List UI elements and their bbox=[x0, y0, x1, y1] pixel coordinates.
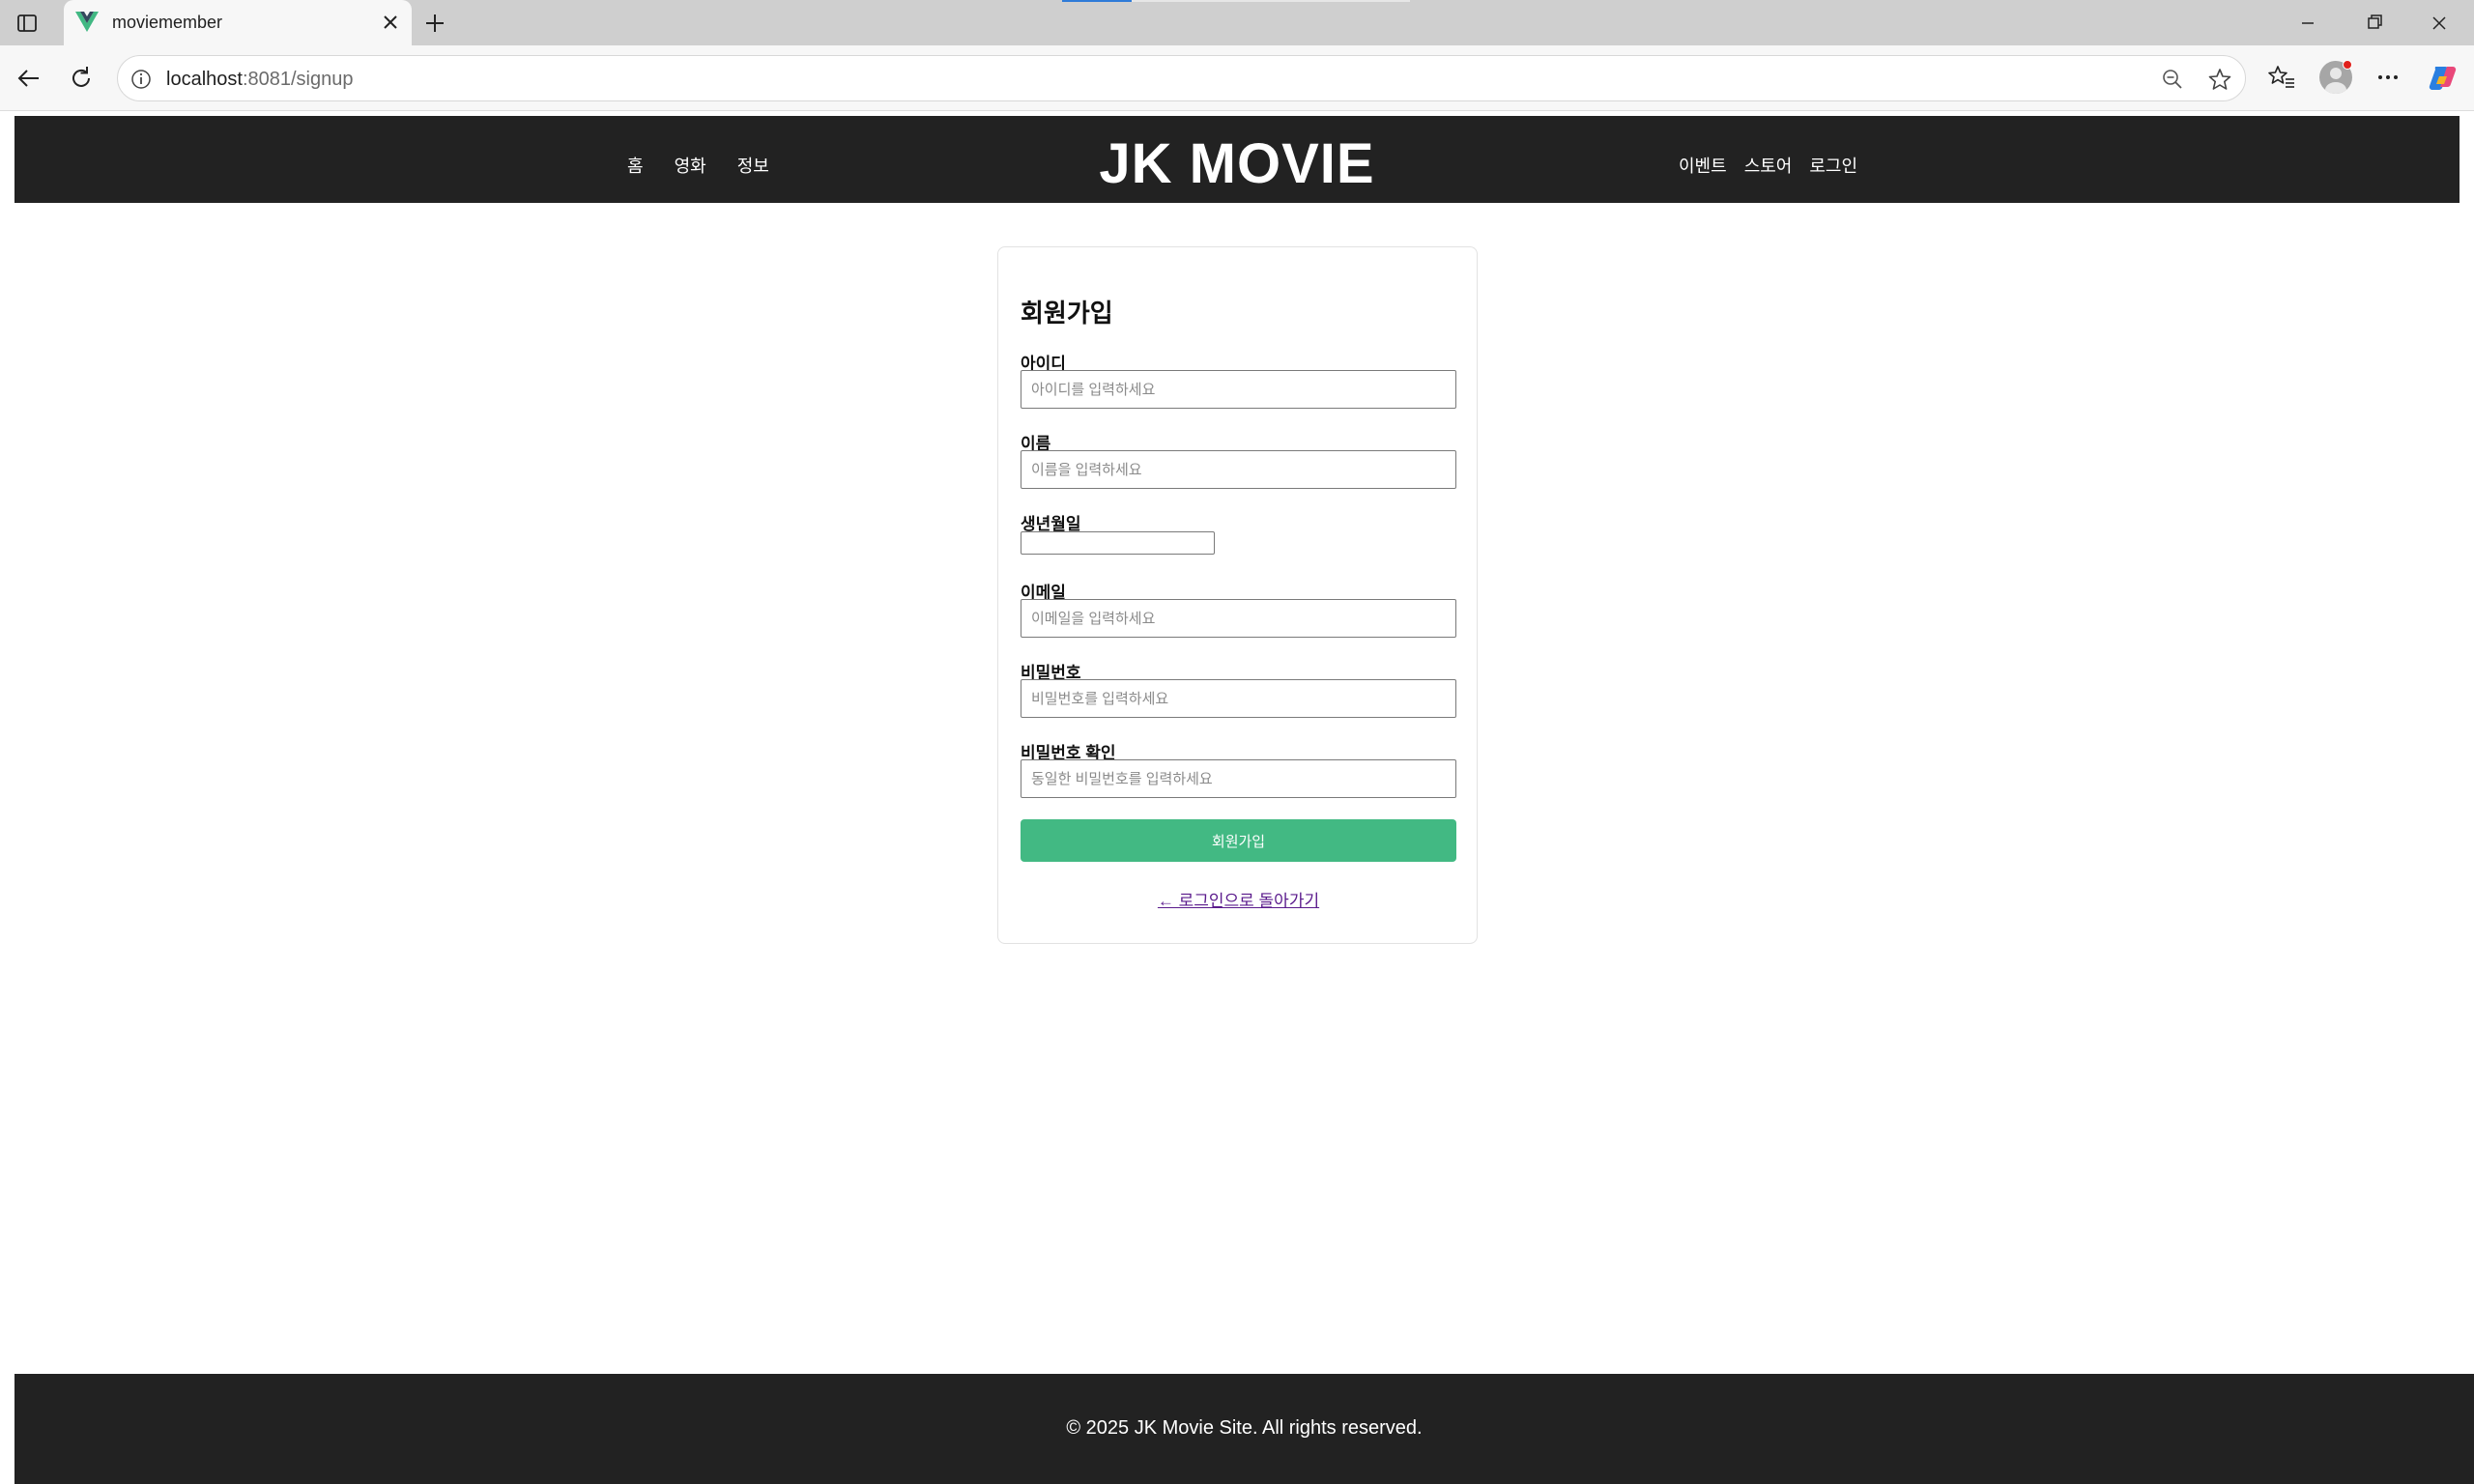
restore-icon[interactable] bbox=[2350, 8, 2397, 39]
minimize-icon[interactable] bbox=[2285, 8, 2331, 39]
url-host: localhost bbox=[166, 69, 243, 90]
page-title: 회원가입 bbox=[1021, 299, 1113, 328]
sidebar-icon[interactable] bbox=[15, 12, 39, 35]
user-nav: 이벤트 스토어 로그인 bbox=[1679, 153, 1875, 178]
page-viewport: 홈 영화 정보 JK MOVIE 이벤트 스토어 로그인 회원가입 아이디 이름… bbox=[7, 112, 2474, 1484]
tab-title: moviemember bbox=[112, 13, 223, 32]
site-footer: © 2025 JK Movie Site. All rights reserve… bbox=[14, 1374, 2474, 1484]
name-field[interactable] bbox=[1021, 450, 1456, 489]
more-icon[interactable] bbox=[2373, 63, 2402, 92]
nav-login-link[interactable]: 로그인 bbox=[1809, 153, 1857, 178]
favorites-icon[interactable] bbox=[2267, 63, 2296, 92]
back-to-login-link[interactable]: ← 로그인으로 돌아가기 bbox=[998, 887, 1479, 911]
loading-track bbox=[1132, 0, 1410, 2]
site-logo[interactable]: JK MOVIE bbox=[14, 131, 2460, 196]
back-icon[interactable] bbox=[14, 63, 44, 94]
id-field[interactable] bbox=[1021, 370, 1456, 409]
window-close-icon[interactable] bbox=[2416, 8, 2462, 39]
site-header: 홈 영화 정보 JK MOVIE 이벤트 스토어 로그인 bbox=[14, 116, 2460, 203]
password-field[interactable] bbox=[1021, 679, 1456, 718]
browser-toolbar: localhost:8081/signup bbox=[0, 45, 2474, 111]
signup-button[interactable]: 회원가입 bbox=[1021, 819, 1456, 862]
copilot-icon[interactable] bbox=[2426, 61, 2459, 94]
vue-logo-icon bbox=[75, 12, 99, 32]
reload-icon[interactable] bbox=[66, 63, 97, 94]
footer-copyright: © 2025 JK Movie Site. All rights reserve… bbox=[1066, 1417, 1423, 1439]
loading-indicator bbox=[1062, 0, 1132, 2]
plus-icon[interactable] bbox=[421, 10, 448, 37]
signup-card: 회원가입 아이디 이름 생년월일 이메일 비밀번호 비밀번호 확인 회원가입 ←… bbox=[997, 246, 1478, 944]
url-path: :8081/signup bbox=[242, 69, 354, 90]
nav-event-link[interactable]: 이벤트 bbox=[1679, 153, 1727, 178]
notification-dot bbox=[2343, 60, 2352, 70]
nav-store-link[interactable]: 스토어 bbox=[1744, 153, 1793, 178]
url-text: localhost:8081/signup bbox=[166, 69, 353, 91]
info-icon[interactable] bbox=[129, 68, 153, 91]
zoom-out-icon[interactable] bbox=[2161, 68, 2184, 91]
email-field[interactable] bbox=[1021, 599, 1456, 638]
close-icon[interactable] bbox=[379, 11, 402, 34]
birth-date-field[interactable] bbox=[1021, 531, 1215, 555]
browser-tab-bar: moviemember bbox=[0, 0, 2474, 45]
address-bar[interactable]: localhost:8081/signup bbox=[117, 55, 2246, 101]
star-icon[interactable] bbox=[2207, 67, 2232, 92]
password-confirm-field[interactable] bbox=[1021, 759, 1456, 798]
browser-tab[interactable]: moviemember bbox=[64, 0, 412, 45]
